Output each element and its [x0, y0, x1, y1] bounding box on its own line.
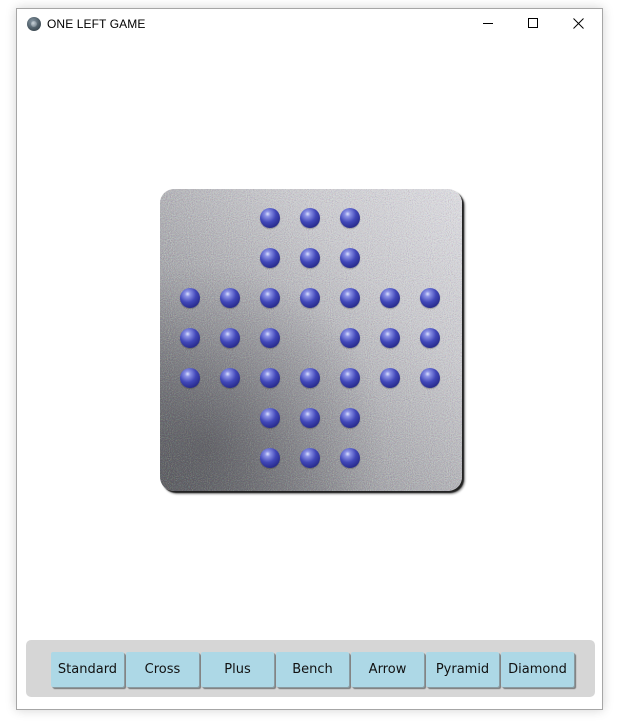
peg[interactable]: [180, 368, 200, 388]
bench-button[interactable]: Bench: [276, 652, 349, 687]
peg[interactable]: [180, 288, 200, 308]
peg[interactable]: [340, 408, 360, 428]
peg[interactable]: [300, 208, 320, 228]
minimize-button[interactable]: [466, 9, 511, 39]
peg[interactable]: [260, 328, 280, 348]
plus-button[interactable]: Plus: [201, 652, 274, 687]
peg[interactable]: [300, 248, 320, 268]
peg[interactable]: [380, 328, 400, 348]
peg[interactable]: [340, 368, 360, 388]
game-board: [160, 189, 462, 491]
peg[interactable]: [300, 448, 320, 468]
peg[interactable]: [260, 288, 280, 308]
peg[interactable]: [300, 408, 320, 428]
peg[interactable]: [420, 328, 440, 348]
cross-button[interactable]: Cross: [126, 652, 199, 687]
peg[interactable]: [260, 408, 280, 428]
arrow-button[interactable]: Arrow: [351, 652, 424, 687]
peg[interactable]: [420, 288, 440, 308]
peg[interactable]: [340, 328, 360, 348]
peg[interactable]: [380, 368, 400, 388]
peg[interactable]: [260, 448, 280, 468]
close-button[interactable]: [556, 9, 601, 39]
app-window: ONE LEFT GAME Standard Cross Plus Bench …: [16, 8, 603, 710]
peg[interactable]: [220, 368, 240, 388]
peg[interactable]: [260, 248, 280, 268]
layout-toolbar: Standard Cross Plus Bench Arrow Pyramid Diamon…: [26, 640, 595, 697]
title-bar[interactable]: ONE LEFT GAME: [17, 9, 602, 39]
minimize-icon: [483, 23, 493, 24]
close-icon: [573, 18, 584, 29]
peg[interactable]: [340, 448, 360, 468]
peg[interactable]: [300, 288, 320, 308]
peg[interactable]: [220, 288, 240, 308]
peg[interactable]: [300, 368, 320, 388]
maximize-button[interactable]: [511, 9, 556, 39]
maximize-icon: [528, 18, 538, 28]
peg[interactable]: [220, 328, 240, 348]
peg[interactable]: [260, 208, 280, 228]
peg[interactable]: [420, 368, 440, 388]
peg[interactable]: [340, 248, 360, 268]
peg[interactable]: [260, 368, 280, 388]
pyramid-button[interactable]: Pyramid: [426, 652, 499, 687]
peg[interactable]: [180, 328, 200, 348]
app-icon: [27, 17, 41, 31]
peg-grid: [160, 189, 462, 491]
window-title: ONE LEFT GAME: [47, 17, 146, 31]
standard-button[interactable]: Standard: [51, 652, 124, 687]
peg[interactable]: [380, 288, 400, 308]
diamond-button[interactable]: Diamond: [501, 652, 574, 687]
peg[interactable]: [340, 288, 360, 308]
peg[interactable]: [340, 208, 360, 228]
